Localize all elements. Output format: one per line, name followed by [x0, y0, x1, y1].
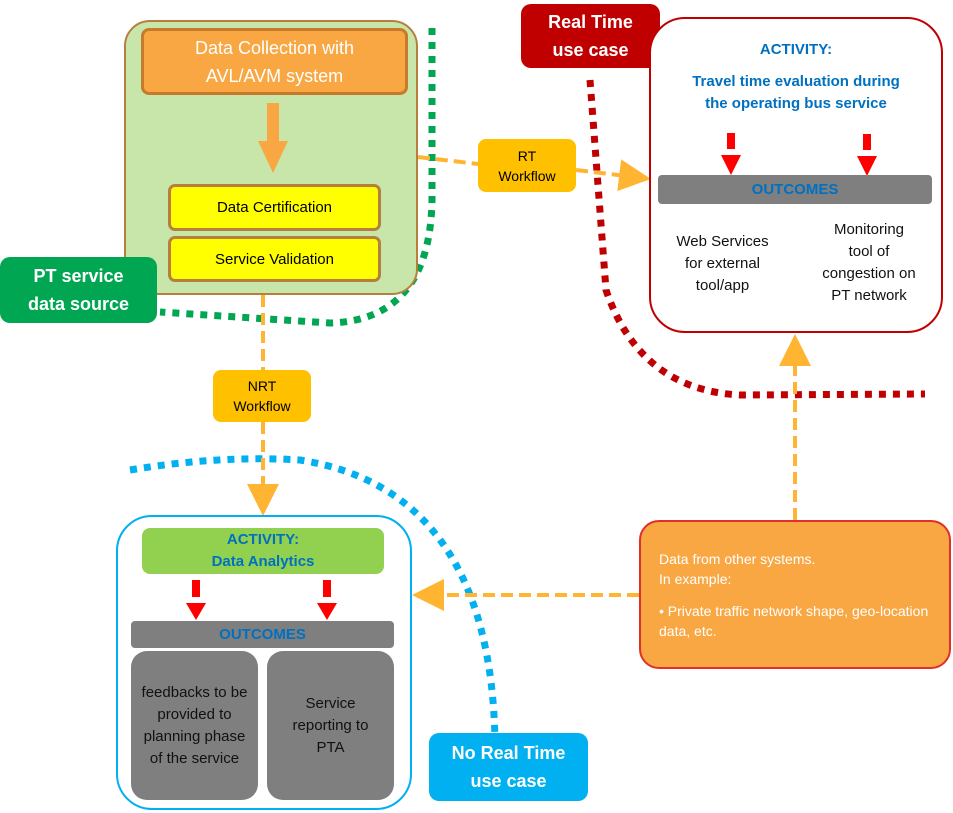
rt-outcomes-bar: OUTCOMES	[658, 175, 932, 204]
nrt-outcome-feedbacks: feedbacks to be provided to planning pha…	[131, 651, 258, 800]
rt-flow-arrow	[575, 159, 651, 192]
nrt-outcome-service-reporting: Service reporting to PTA	[267, 651, 394, 800]
other-systems-box: Data from other systems. In example: • P…	[639, 520, 951, 669]
service-validation-box: Service Validation	[168, 236, 381, 282]
real-time-label: Real Time use case	[521, 4, 660, 68]
red-arrow-icon	[317, 580, 337, 620]
pt-service-data-source-label: PT service data source	[0, 257, 157, 323]
nrt-activity-title: ACTIVITY:	[226, 531, 300, 548]
data-certification-box: Data Certification	[168, 184, 381, 231]
rt-activity-text: Travel time evaluation during the operat…	[692, 73, 900, 112]
rt-activity-title: ACTIVITY:	[759, 40, 833, 58]
rt-flow-line-1	[417, 155, 479, 166]
rt-workflow-box: RT Workflow	[478, 139, 576, 192]
nrt-activity-text: Data Analytics	[211, 553, 315, 570]
red-arrow-icon	[186, 580, 206, 620]
red-arrow-icon	[721, 133, 741, 175]
nrt-workflow-box: NRT Workflow	[213, 370, 311, 422]
down-arrow-icon	[258, 103, 288, 173]
nrt-activity-box: ACTIVITY: Data Analytics	[142, 528, 384, 574]
red-arrow-icon	[857, 134, 877, 176]
no-real-time-label: No Real Time use case	[429, 733, 588, 801]
other-systems-line1: Data from other systems.	[659, 550, 816, 567]
data-collection-box: Data Collection with AVL/AVM system	[141, 28, 408, 95]
nrt-outcomes-bar: OUTCOMES	[131, 621, 394, 648]
rt-outcome-monitoring-tool: Monitoring tool of congestion on PT netw…	[822, 221, 916, 304]
other-systems-line2: In example:	[659, 570, 732, 587]
other-systems-bullet: • Private traffic network shape, geo-loc…	[659, 602, 929, 639]
rt-outcome-web-services: Web Services for external tool/app	[676, 233, 769, 294]
